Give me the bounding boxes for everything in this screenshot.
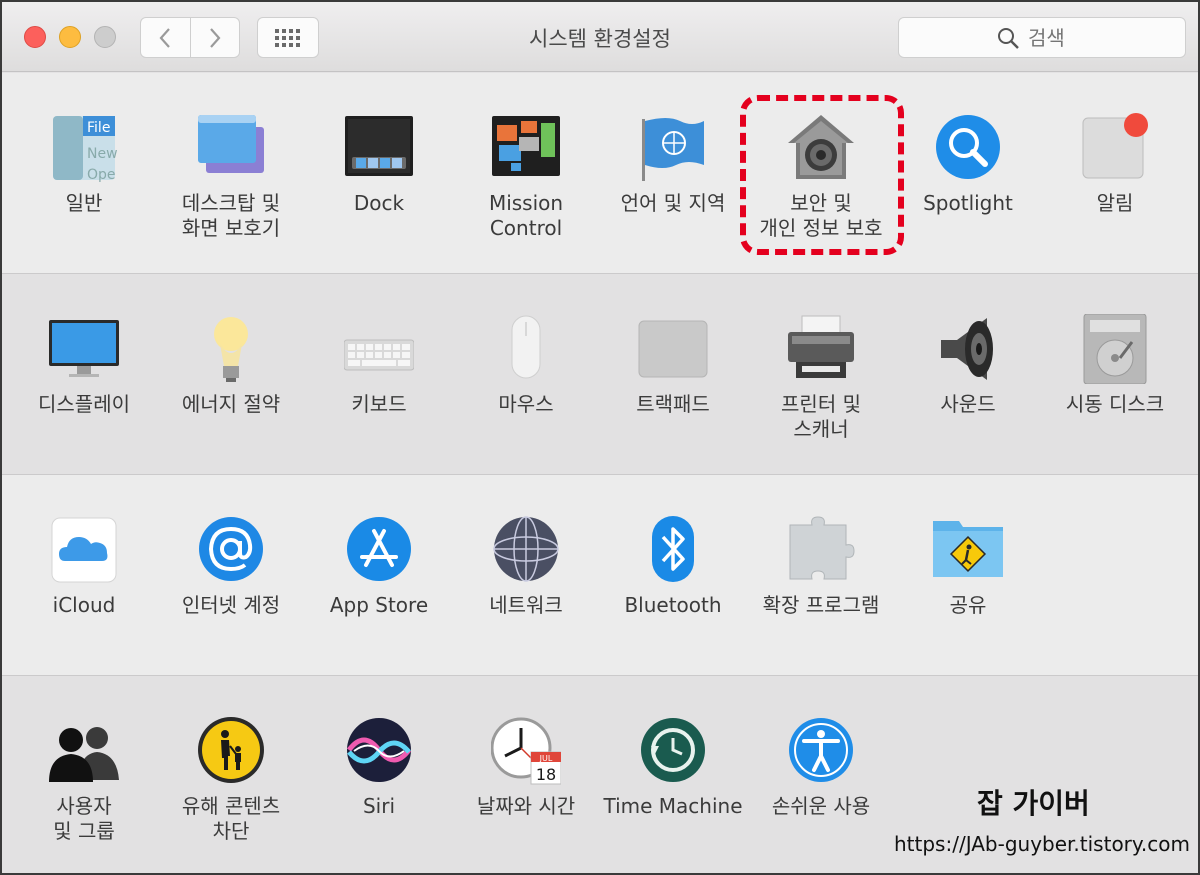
internet-accounts-icon (199, 517, 263, 581)
trackpad-icon (638, 320, 708, 378)
pane-label: App Store (329, 593, 429, 617)
general-icon-open: Ope (87, 167, 116, 183)
search-input[interactable] (1028, 25, 1088, 50)
pane-label: 유해 콘텐츠 차단 (181, 794, 281, 843)
keyboard-icon (344, 339, 414, 371)
pane-label: 날짜와 시간 (476, 794, 576, 818)
mission-control-icon (492, 116, 560, 176)
sound-icon (941, 318, 993, 380)
highlight-annotation (740, 95, 904, 255)
pane-label: 키보드 (351, 392, 407, 416)
navigation-buttons (140, 17, 240, 58)
users-groups-icon (49, 727, 119, 782)
calendar-month-text: JUL (539, 754, 553, 763)
pane-row-personal: File New Ope 일반 데스크탑 및 화면 보호기 Dock Missi… (2, 73, 1198, 274)
search-field[interactable] (898, 17, 1186, 58)
time-machine-icon (641, 718, 705, 782)
chevron-right-icon (209, 27, 221, 48)
startup-disk-icon (1083, 314, 1147, 384)
sharing-icon (933, 521, 1003, 577)
pane-label: 공유 (949, 593, 987, 617)
chevron-left-icon (159, 27, 171, 48)
pane-label: 알림 (1096, 191, 1134, 215)
grid-icon (275, 28, 300, 47)
network-icon (493, 516, 559, 582)
pane-label: 네트워크 (489, 593, 563, 617)
pane-label: 마우스 (498, 392, 554, 416)
siri-icon (347, 718, 411, 782)
energy-saver-icon (214, 317, 248, 382)
icloud-icon (51, 517, 117, 583)
pane-label: 확장 프로그램 (762, 593, 880, 617)
spotlight-icon (936, 115, 1000, 179)
displays-icon (49, 320, 119, 377)
pane-label: Time Machine (603, 794, 743, 818)
pane-label: 에너지 절약 (181, 392, 281, 416)
watermark-url: https://JAb-guyber.tistory.com (894, 832, 1190, 856)
pane-label: 데스크탑 및 화면 보호기 (181, 191, 281, 240)
parental-controls-icon (198, 717, 264, 783)
extensions-icon (789, 516, 855, 580)
pane-label: 프린터 및 스캐너 (781, 392, 861, 441)
pane-label: 인터넷 계정 (181, 593, 281, 617)
desktop-screensaver-icon (198, 115, 264, 173)
pane-label: 트랙패드 (636, 392, 710, 416)
show-all-button[interactable] (257, 17, 319, 58)
pane-label: Spotlight (923, 191, 1013, 215)
watermark-title: 잡 가이버 (977, 787, 1090, 820)
pane-label: Siri (362, 794, 396, 818)
accessibility-icon (789, 718, 853, 782)
printer-scanner-icon (788, 315, 854, 378)
zoom-button[interactable] (94, 26, 116, 48)
pane-label: 일반 (65, 191, 103, 215)
forward-button[interactable] (190, 17, 240, 58)
language-region-icon (642, 118, 704, 181)
mouse-icon (511, 315, 541, 379)
search-icon (998, 27, 1019, 49)
pane-label: 사운드 (940, 392, 996, 416)
pane-label: Bluetooth (624, 593, 722, 617)
close-button[interactable] (24, 26, 46, 48)
dock-icon (345, 116, 413, 176)
notifications-icon (1082, 113, 1148, 179)
pane-label: 언어 및 지역 (620, 191, 726, 215)
system-preferences-window: 시스템 환경설정 File New Ope 일반 데스크탑 및 (0, 0, 1200, 875)
general-icon-new: New (87, 146, 118, 162)
back-button[interactable] (140, 17, 191, 58)
pane-label: Dock (353, 191, 405, 215)
general-icon: File New Ope (53, 116, 118, 183)
pane-label: iCloud (52, 593, 116, 617)
pane-row-internet: iCloud 인터넷 계정 App Store 네트워크 Bluetooth 확… (2, 475, 1198, 676)
app-store-icon (347, 517, 411, 581)
pane-label: 디스플레이 (38, 392, 130, 416)
date-time-icon: JUL 18 (491, 717, 561, 785)
pane-label: 시동 디스크 (1065, 392, 1165, 416)
general-icon-file: File (87, 120, 110, 136)
minimize-button[interactable] (59, 26, 81, 48)
calendar-day-text: 18 (536, 765, 556, 784)
pane-label: Mission Control (488, 191, 564, 240)
bluetooth-icon (652, 516, 694, 582)
pane-row-hardware: 디스플레이 에너지 절약 키보드 마우스 트랙패드 프린터 및 스캐너 사운드 … (2, 274, 1198, 475)
pane-label: 사용자 및 그룹 (53, 794, 115, 843)
title-bar: 시스템 환경설정 (2, 2, 1198, 72)
pane-label: 손쉬운 사용 (771, 794, 871, 818)
